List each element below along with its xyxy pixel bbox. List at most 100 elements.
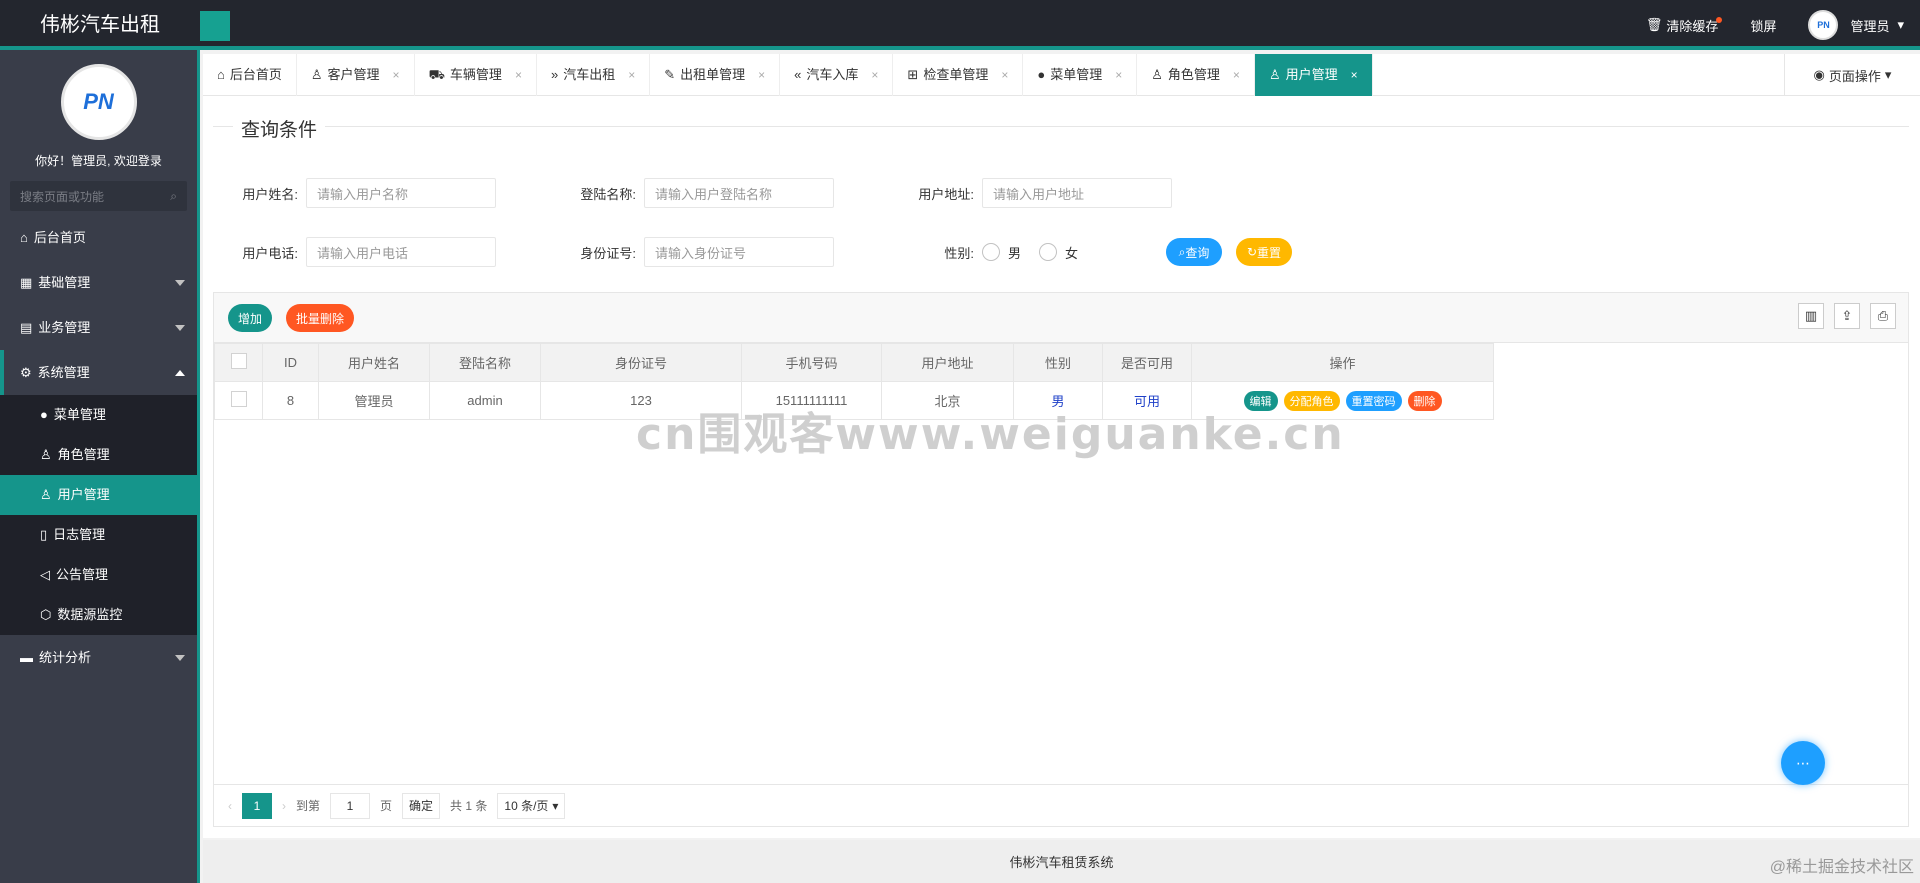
- confirm-page-button[interactable]: 确定: [402, 792, 441, 819]
- sidebar-toggle-button[interactable]: [200, 11, 230, 41]
- close-icon[interactable]: ×: [1115, 54, 1122, 96]
- column-header: 登陆名称: [429, 343, 541, 382]
- gender-male-radio[interactable]: 男: [982, 243, 1021, 262]
- add-button[interactable]: 增加: [228, 304, 272, 332]
- notification-dot: [1716, 17, 1723, 23]
- brand-title: 伟彬汽车出租: [40, 14, 160, 36]
- prev-page-icon[interactable]: ‹: [228, 799, 232, 813]
- sidebar-item-system[interactable]: ⚙ 系统管理: [0, 350, 197, 395]
- phone-label: 用户电话:: [242, 245, 298, 261]
- search-placeholder: 搜索页面或功能: [20, 189, 105, 204]
- row-checkbox[interactable]: [214, 381, 263, 420]
- home-icon: ⌂: [217, 67, 225, 82]
- sidebar-item-log[interactable]: ▯ 日志管理: [0, 515, 197, 555]
- floating-action-button[interactable]: ⋯: [1781, 741, 1825, 785]
- sidebar-item-stats[interactable]: ▬ 统计分析: [0, 635, 197, 680]
- tab-label: 角色管理: [1167, 67, 1220, 82]
- address-label: 用户地址:: [918, 186, 974, 202]
- column-header: 用户地址: [881, 343, 1014, 382]
- close-icon[interactable]: ×: [628, 54, 635, 96]
- sidebar-item-notice[interactable]: ◁ 公告管理: [0, 555, 197, 595]
- sidebar-item-home[interactable]: ⌂ 后台首页: [0, 215, 197, 260]
- sidebar-item-menu[interactable]: ● 菜单管理: [0, 395, 197, 435]
- dots-icon: ⋯: [1796, 754, 1810, 771]
- delete-button[interactable]: 删除: [1407, 390, 1442, 411]
- book-icon: ⊞: [907, 67, 919, 82]
- close-icon[interactable]: ×: [871, 54, 878, 96]
- welcome-text: 你好！管理员, 欢迎登录: [35, 154, 162, 168]
- page-number-input[interactable]: 1: [330, 792, 371, 819]
- sidebar-item-basic[interactable]: ▦ 基础管理: [0, 260, 197, 305]
- phone-input[interactable]: 请输入用户电话: [306, 237, 496, 267]
- checkbox-icon: [230, 391, 247, 407]
- close-icon[interactable]: ×: [1351, 54, 1358, 96]
- search-icon: ⌕: [1178, 244, 1186, 259]
- sidebar-item-datasource[interactable]: ⬡ 数据源监控: [0, 595, 197, 635]
- tab-rent-order[interactable]: ✎ 出租单管理 ×: [650, 54, 781, 96]
- print-icon[interactable]: ⎙: [1870, 303, 1896, 329]
- batch-delete-button[interactable]: 批量删除: [286, 304, 354, 332]
- page-operations-dropdown[interactable]: ◉ 页面操作 ▾: [1784, 54, 1920, 96]
- close-icon[interactable]: ×: [515, 54, 522, 96]
- lock-screen-button[interactable]: 锁屏: [1734, 0, 1792, 50]
- next-page-icon[interactable]: ›: [282, 799, 286, 813]
- close-icon[interactable]: ×: [758, 54, 765, 96]
- reset-password-button[interactable]: 重置密码: [1345, 390, 1402, 411]
- header-actions: 🗑 清除缓存 锁屏 PN 管理员 ▾: [1630, 0, 1920, 50]
- sidebar-item-label: 统计分析: [39, 650, 92, 665]
- users-icon: ♙: [40, 487, 52, 502]
- clear-cache-button[interactable]: 🗑 清除缓存: [1630, 0, 1735, 50]
- reset-button[interactable]: ↻ 重置: [1236, 238, 1293, 266]
- idcard-input[interactable]: 请输入身份证号: [644, 237, 834, 267]
- user-menu[interactable]: PN 管理员 ▾: [1792, 0, 1920, 50]
- close-icon[interactable]: ×: [1233, 54, 1240, 96]
- sidebar-item-user[interactable]: ♙ 用户管理: [0, 475, 197, 515]
- sidebar: PN 你好！管理员, 欢迎登录 搜索页面或功能 ⌕ ⌂ 后台首页 ▦ 基础管理 …: [0, 50, 200, 883]
- sidebar-item-role[interactable]: ♙ 角色管理: [0, 435, 197, 475]
- sidebar-item-label: 日志管理: [53, 527, 106, 542]
- tab-label: 用户管理: [1285, 67, 1338, 82]
- address-input[interactable]: 请输入用户地址: [982, 178, 1172, 208]
- checkbox-icon: [230, 353, 247, 369]
- export-icon[interactable]: ⇪: [1834, 303, 1860, 329]
- close-icon[interactable]: ×: [393, 54, 400, 96]
- sidebar-item-label: 数据源监控: [57, 607, 123, 622]
- columns-icon[interactable]: ▥: [1798, 303, 1824, 329]
- sidebar-search-input[interactable]: 搜索页面或功能 ⌕: [10, 181, 187, 211]
- page-size-select[interactable]: 10 条/页 ▾: [497, 792, 566, 819]
- sidebar-item-label: 后台首页: [33, 230, 86, 245]
- chevron-down-icon: ▾: [552, 798, 559, 813]
- target-icon: ◉: [1813, 67, 1825, 82]
- tab-role[interactable]: ♙ 角色管理 ×: [1137, 54, 1255, 96]
- data-table-container: 增加 批量删除 ▥ ⇪ ⎙ ID 用户姓名 登陆名称 身份证号 手机号码 用户地…: [213, 292, 1909, 827]
- clear-cache-label: 清除缓存: [1666, 18, 1719, 34]
- cube-icon: ⬡: [40, 607, 52, 622]
- tab-check-order[interactable]: ⊞ 检查单管理 ×: [893, 54, 1024, 96]
- chevron-down-icon: ▾: [1897, 17, 1904, 32]
- tab-vehicle[interactable]: ⛟ 车辆管理 ×: [415, 54, 537, 96]
- tab-rent[interactable]: » 汽车出租 ×: [537, 54, 651, 96]
- tab-stock-in[interactable]: « 汽车入库 ×: [780, 54, 894, 96]
- radio-circle-icon: [1039, 243, 1058, 261]
- close-icon[interactable]: ×: [1001, 54, 1008, 96]
- select-all-checkbox[interactable]: [214, 343, 263, 382]
- tab-label: 车辆管理: [449, 67, 502, 82]
- cart-icon: ⛟: [428, 67, 445, 82]
- tab-home[interactable]: ⌂ 后台首页: [203, 54, 297, 96]
- user-name: 管理员: [1850, 18, 1890, 34]
- tab-bar: ⌂ 后台首页 ♙ 客户管理 × ⛟ 车辆管理 × » 汽车出租 × ✎ 出租单管…: [203, 54, 1920, 96]
- note-icon: ▯: [40, 527, 48, 542]
- tab-user[interactable]: ♙ 用户管理 ×: [1254, 54, 1373, 96]
- tab-label: 汽车出租: [563, 67, 616, 82]
- tab-menu[interactable]: ● 菜单管理 ×: [1023, 54, 1138, 96]
- user-name-input[interactable]: 请输入用户名称: [306, 178, 496, 208]
- search-button[interactable]: ⌕ 查询: [1166, 238, 1223, 266]
- user-name-label: 用户姓名:: [242, 186, 298, 202]
- chevrons-right-icon: »: [550, 67, 559, 82]
- current-page[interactable]: 1: [242, 792, 272, 819]
- tab-customer[interactable]: ♙ 客户管理 ×: [297, 54, 415, 96]
- login-name-input[interactable]: 请输入用户登陆名称: [644, 178, 834, 208]
- sidebar-item-business[interactable]: ▤ 业务管理: [0, 305, 197, 350]
- gender-female-radio[interactable]: 女: [1039, 243, 1078, 262]
- trash-icon: 🗑: [1645, 17, 1663, 32]
